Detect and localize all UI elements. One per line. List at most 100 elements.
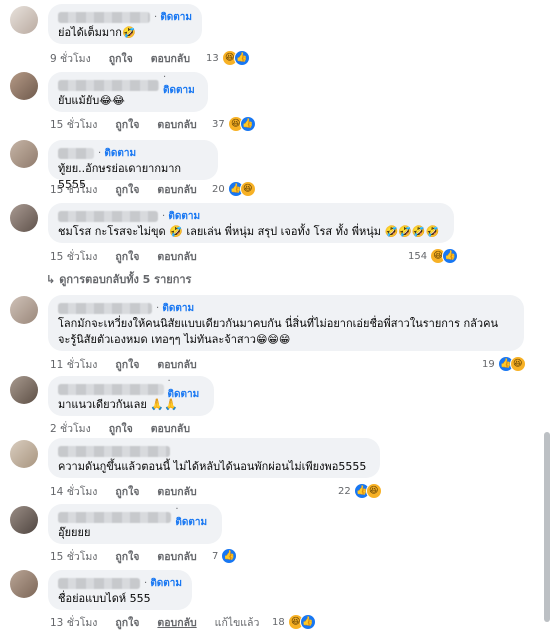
comment-actions: 15 ชั่วโมง ถูกใจ ตอบกลับ: [50, 116, 215, 132]
like-button[interactable]: ถูกใจ: [115, 483, 139, 500]
commenter-name[interactable]: [58, 511, 172, 523]
comment-text: ความดันกูขึ้นแล้วตอนนี้ ไม่ได้หลับได้นอน…: [58, 460, 367, 473]
comment-actions: 15 ชั่วโมง ถูกใจ ตอบกลับ: [50, 248, 215, 264]
avatar[interactable]: [10, 72, 38, 100]
like-icon: 👍: [442, 248, 459, 264]
comment-actions: 15 ชั่วโมง ถูกใจ ตอบกลับ: [50, 548, 215, 564]
reaction-count: 7: [212, 550, 219, 562]
avatar[interactable]: [10, 440, 38, 468]
reaction-count: 22: [338, 485, 351, 497]
comment-bubble: ติดตาม อุ๊ยยยย: [48, 504, 222, 544]
reply-button[interactable]: ตอบกลับ: [157, 116, 196, 133]
commenter-name[interactable]: [58, 302, 152, 314]
timestamp[interactable]: 15 ชั่วโมง: [50, 548, 97, 565]
commenter-name[interactable]: [58, 383, 164, 395]
reply-button[interactable]: ตอบกลับ: [151, 420, 190, 437]
follow-button[interactable]: ติดตาม: [98, 146, 136, 161]
avatar[interactable]: [10, 204, 38, 232]
comment-text: ชมโรส กะโรสจะไม่ขุด 🤣 เลยเล่น พี่หนุ่ม ส…: [58, 225, 440, 238]
comment-bubble: ติดตาม โลกมักจะเหวี่ยงให้คนนิสัยแบบเดียว…: [48, 295, 524, 351]
like-button[interactable]: ถูกใจ: [115, 548, 139, 565]
follow-button[interactable]: ติดตาม: [163, 72, 198, 98]
reaction-summary[interactable]: 13 😆 👍: [206, 50, 250, 66]
reaction-count: 18: [272, 616, 285, 628]
avatar[interactable]: [10, 140, 38, 168]
reaction-count: 19: [482, 358, 495, 370]
reaction-summary[interactable]: 19 👍 😆: [482, 356, 526, 372]
avatar[interactable]: [10, 6, 38, 34]
like-icon: 👍: [239, 116, 256, 132]
timestamp[interactable]: 9 ชั่วโมง: [50, 50, 91, 67]
comment-actions: 15 ชั่วโมง ถูกใจ ตอบกลับ: [50, 181, 215, 197]
reaction-summary[interactable]: 154 😆 👍: [408, 248, 459, 264]
reaction-count: 37: [212, 118, 225, 130]
comment-actions: 11 ชั่วโมง ถูกใจ ตอบกลับ: [50, 356, 215, 372]
comment-actions: 14 ชั่วโมง ถูกใจ ตอบกลับ: [50, 483, 215, 499]
view-replies-link[interactable]: ↳ ดูการตอบกลับทั้ง 5 รายการ: [46, 270, 191, 288]
like-icon: 👍: [299, 614, 316, 630]
avatar[interactable]: [10, 376, 38, 404]
reply-arrow-icon: ↳: [46, 272, 56, 286]
follow-button[interactable]: ติดตาม: [154, 10, 192, 25]
reaction-count: 20: [212, 183, 225, 195]
like-button[interactable]: ถูกใจ: [109, 50, 133, 67]
like-button[interactable]: ถูกใจ: [115, 248, 139, 265]
comment-bubble: ความดันกูขึ้นแล้วตอนนี้ ไม่ได้หลับได้นอน…: [48, 438, 380, 478]
reply-button[interactable]: ตอบกลับ: [157, 248, 196, 265]
haha-icon: 😆: [365, 483, 382, 499]
haha-icon: 😆: [239, 181, 256, 197]
like-button[interactable]: ถูกใจ: [115, 356, 139, 373]
like-icon: 👍: [233, 50, 250, 66]
reply-button[interactable]: ตอบกลับ: [157, 483, 196, 500]
timestamp[interactable]: 14 ชั่วโมง: [50, 483, 97, 500]
comment-actions: 13 ชั่วโมง ถูกใจ ตอบกลับ แก้ไขแล้ว: [50, 614, 277, 630]
avatar[interactable]: [10, 296, 38, 324]
comment-bubble: ติดตาม ยับแม้ยับ😂😂: [48, 72, 208, 112]
comment-bubble: ติดตาม ชมโรส กะโรสจะไม่ขุด 🤣 เลยเล่น พี่…: [48, 203, 454, 243]
reply-button[interactable]: ตอบกลับ: [157, 356, 196, 373]
commenter-name[interactable]: [58, 577, 140, 589]
like-button[interactable]: ถูกใจ: [115, 116, 139, 133]
reaction-summary[interactable]: 18 😆 👍: [272, 614, 316, 630]
comment-bubble: ติดตาม ทู้ยย..อักษรย่อเดายากมาก 5555: [48, 140, 218, 191]
like-button[interactable]: ถูกใจ: [115, 181, 139, 198]
like-button[interactable]: ถูกใจ: [115, 614, 139, 631]
reaction-summary[interactable]: 20 👍 😆: [212, 181, 256, 197]
timestamp[interactable]: 11 ชั่วโมง: [50, 356, 97, 373]
comment-text: ย่อได้เต็มมาก🤣: [58, 26, 136, 39]
avatar[interactable]: [10, 506, 38, 534]
reaction-summary[interactable]: 7 👍: [212, 548, 238, 564]
scrollbar[interactable]: [544, 432, 550, 622]
commenter-name[interactable]: [58, 147, 94, 159]
comment-text: ชื่อย่อแบบไดห์ 555: [58, 592, 151, 605]
comment-bubble: ติดตาม มาแนวเดียวกันเลย 🙏🙏: [48, 376, 214, 416]
reply-button[interactable]: ตอบกลับ: [157, 548, 196, 565]
haha-icon: 😆: [509, 356, 526, 372]
timestamp[interactable]: 2 ชั่วโมง: [50, 420, 91, 437]
follow-button[interactable]: ติดตาม: [175, 504, 212, 530]
reply-button[interactable]: ตอบกลับ: [157, 614, 196, 631]
like-button[interactable]: ถูกใจ: [109, 420, 133, 437]
commenter-name[interactable]: [58, 11, 150, 23]
timestamp[interactable]: 13 ชั่วโมง: [50, 614, 97, 631]
follow-button[interactable]: ติดตาม: [162, 209, 200, 224]
comment-bubble: ติดตาม ชื่อย่อแบบไดห์ 555: [48, 570, 192, 610]
follow-button[interactable]: ติดตาม: [156, 301, 194, 316]
reaction-summary[interactable]: 22 👍 😆: [338, 483, 382, 499]
timestamp[interactable]: 15 ชั่วโมง: [50, 116, 97, 133]
timestamp[interactable]: 15 ชั่วโมง: [50, 181, 97, 198]
reaction-count: 154: [408, 250, 428, 262]
comment-actions: 9 ชั่วโมง ถูกใจ ตอบกลับ: [50, 50, 208, 66]
follow-button[interactable]: ติดตาม: [144, 576, 182, 591]
edited-label: แก้ไขแล้ว: [214, 616, 260, 629]
reply-button[interactable]: ตอบกลับ: [157, 181, 196, 198]
commenter-name[interactable]: [58, 445, 170, 457]
reply-button[interactable]: ตอบกลับ: [151, 50, 190, 67]
commenter-name[interactable]: [58, 79, 160, 91]
view-replies-label: ดูการตอบกลับทั้ง 5 รายการ: [59, 273, 192, 286]
reaction-summary[interactable]: 37 😆 👍: [212, 116, 256, 132]
timestamp[interactable]: 15 ชั่วโมง: [50, 248, 97, 265]
commenter-name[interactable]: [58, 210, 158, 222]
comment-bubble: ติดตาม ย่อได้เต็มมาก🤣: [48, 4, 202, 44]
avatar[interactable]: [10, 570, 38, 598]
